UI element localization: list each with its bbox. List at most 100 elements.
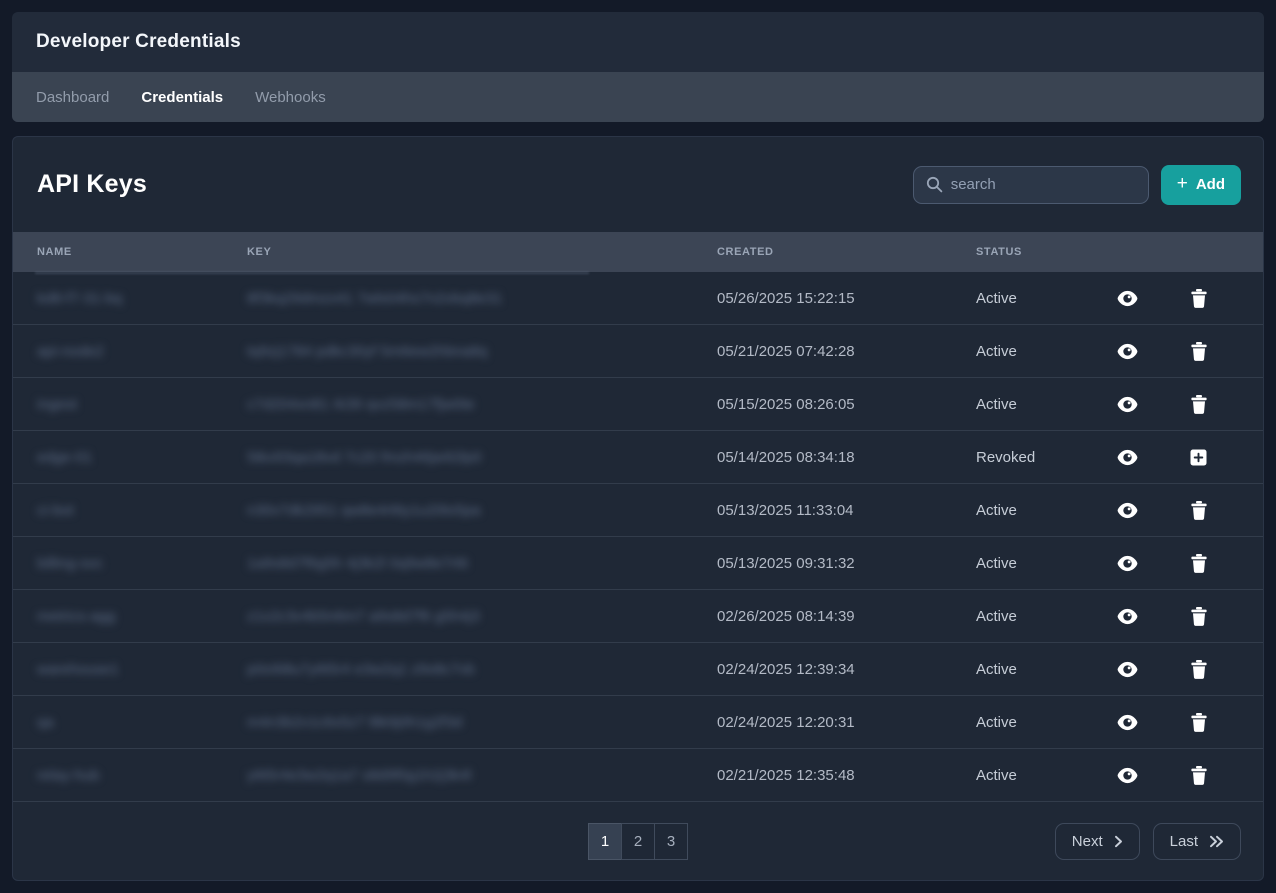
panel-controls: + Add [913,165,1241,205]
status-cell: Active [976,661,1096,678]
page-button-3[interactable]: 3 [654,823,688,860]
table-row: warehouse1 p0o9i8u7y6t5r4 e3w2q1 z9x8c7v… [13,643,1263,696]
pagination-nav-buttons: Next Last [1055,823,1263,860]
plus-icon: + [1177,174,1188,193]
view-key-button[interactable] [1112,283,1142,313]
add-button[interactable]: + Add [1161,165,1241,205]
status-cell: Active [976,608,1096,625]
view-key-button[interactable] [1112,389,1142,419]
column-header-status: STATUS [976,246,1096,258]
table-row: qa m4n3b2v1c6x5z7 l8k9j0h1g2f3d 02/24/20… [13,696,1263,749]
panel-header: API Keys + Add [13,137,1263,232]
created-cell: 05/15/2025 08:26:05 [717,396,976,413]
delete-button[interactable] [1184,389,1214,419]
status-cell: Active [976,555,1096,572]
table-row: api-node2 tq9zj1784 pdkc30yf 5m6ew2hbna8… [13,325,1263,378]
status-cell: Revoked [976,449,1096,466]
header-card: Developer Credentials Dashboard Credentia… [12,12,1264,122]
trash-icon [1191,342,1207,361]
view-key-button[interactable] [1112,548,1142,578]
view-key-button[interactable] [1112,442,1142,472]
key-name-cell: billing-svc [37,555,247,572]
restore-button[interactable] [1184,442,1214,472]
trash-icon [1191,660,1207,679]
delete-button[interactable] [1184,495,1214,525]
created-cell: 02/24/2025 12:20:31 [717,714,976,731]
table-row: ci-bot n30v7dk2951 qw8e4r6ty1u2i9o5pa 05… [13,484,1263,537]
key-value-cell: tq9zj1784 pdkc30yf 5m6ew2hbna8q [247,343,717,360]
delete-button[interactable] [1184,548,1214,578]
key-value-cell: 5tkx93qa18vd 7c20 fmzh46jw92lp0 [247,449,717,466]
table-row: metrics-agg z1x2c3v4b5n6m7 a9s8d7f6 g5h4… [13,590,1263,643]
delete-button[interactable] [1184,760,1214,790]
next-button-label: Next [1072,833,1103,850]
view-key-button[interactable] [1112,654,1142,684]
trash-icon [1191,713,1207,732]
created-cell: 05/14/2025 08:34:18 [717,449,976,466]
column-header-key: KEY [247,246,717,258]
status-cell: Active [976,396,1096,413]
key-value-cell: p0o9i8u7y6t5r4 e3w2q1 z9x8c7vb [247,661,717,678]
key-value-cell: n30v7dk2951 qw8e4r6ty1u2i9o5pa [247,502,717,519]
page-number-group: 123 [588,823,688,860]
section-title: API Keys [37,170,147,199]
key-name-cell: edge-01 [37,449,247,466]
key-name-cell: ingest [37,396,247,413]
status-cell: Active [976,290,1096,307]
key-value-cell: y6t5r4e3w2q1a7 s8d9f0g1h2j3k4l [247,767,717,784]
trash-icon [1191,554,1207,573]
table-row: ingest c7d204xn81 rk39 qvz58m17fjw0te 05… [13,378,1263,431]
delete-button[interactable] [1184,654,1214,684]
eye-icon [1116,660,1139,679]
status-cell: Active [976,767,1096,784]
tab-dashboard[interactable]: Dashboard [36,89,109,106]
tab-bar: Dashboard Credentials Webhooks [12,72,1264,122]
pagination-bar: 123 Next Last [13,802,1263,880]
page-button-1[interactable]: 1 [588,823,622,860]
tab-webhooks[interactable]: Webhooks [255,89,326,106]
key-value-cell: 1a9s8d7f6g5h 4j3k2l 0q9w8e7r6t [247,555,717,572]
delete-button[interactable] [1184,336,1214,366]
double-chevron-right-icon [1209,835,1224,848]
key-name-cell: kd8-f7-31-bq [37,290,247,307]
add-button-label: Add [1196,176,1225,193]
trash-icon [1191,501,1207,520]
trash-icon [1191,607,1207,626]
eye-icon [1116,501,1139,520]
trash-icon [1191,289,1207,308]
view-key-button[interactable] [1112,495,1142,525]
view-key-button[interactable] [1112,336,1142,366]
created-cell: 05/21/2025 07:42:28 [717,343,976,360]
last-page-button[interactable]: Last [1153,823,1241,860]
last-button-label: Last [1170,833,1198,850]
search-box[interactable] [913,166,1149,204]
view-key-button[interactable] [1112,601,1142,631]
key-name-cell: metrics-agg [37,608,247,625]
table-header-row: NAME KEY CREATED STATUS [13,232,1263,272]
table-row: edge-01 5tkx93qa18vd 7c20 fmzh46jw92lp0 … [13,431,1263,484]
page-title: Developer Credentials [36,31,241,53]
view-key-button[interactable] [1112,707,1142,737]
key-name-cell: qa [37,714,247,731]
key-name-cell: relay-hub [37,767,247,784]
table-row: kd8-f7-31-bq 8f3kq29dmzx41 7wls04hs7n2vb… [13,272,1263,325]
delete-button[interactable] [1184,283,1214,313]
delete-button[interactable] [1184,601,1214,631]
trash-icon [1191,395,1207,414]
eye-icon [1116,289,1139,308]
tab-credentials[interactable]: Credentials [141,89,223,106]
search-input[interactable] [951,176,1136,193]
created-cell: 02/21/2025 12:35:48 [717,767,976,784]
next-page-button[interactable]: Next [1055,823,1140,860]
delete-button[interactable] [1184,707,1214,737]
eye-icon [1116,554,1139,573]
key-value-cell: m4n3b2v1c6x5z7 l8k9j0h1g2f3d [247,714,717,731]
page-button-2[interactable]: 2 [621,823,655,860]
table-row: billing-svc 1a9s8d7f6g5h 4j3k2l 0q9w8e7r… [13,537,1263,590]
eye-icon [1116,607,1139,626]
key-value-cell: 8f3kq29dmzx41 7wls04hs7n2vbq8e31 [247,290,717,307]
title-row: Developer Credentials [12,12,1264,72]
view-key-button[interactable] [1112,760,1142,790]
table-body: kd8-f7-31-bq 8f3kq29dmzx41 7wls04hs7n2vb… [13,272,1263,802]
key-name-cell: ci-bot [37,502,247,519]
